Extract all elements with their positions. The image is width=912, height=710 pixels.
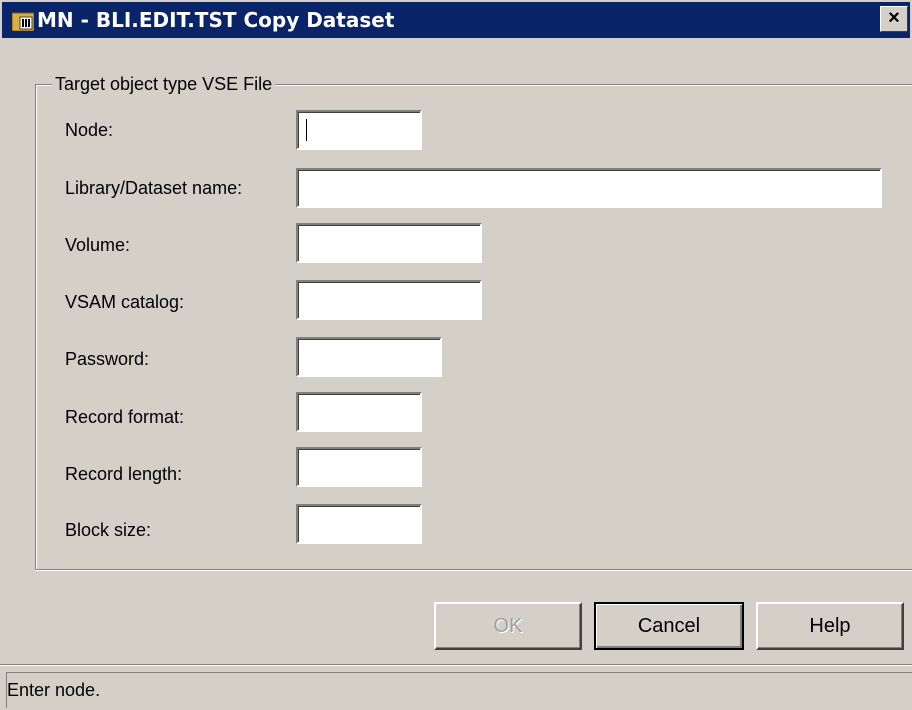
ok-button[interactable]: OK (434, 602, 582, 650)
app-icon (12, 12, 34, 31)
vsam-catalog-label: VSAM catalog: (65, 292, 185, 312)
node-input[interactable] (296, 110, 422, 150)
status-bar (6, 672, 912, 708)
library-dataset-name-input[interactable] (296, 168, 882, 208)
password-input[interactable] (296, 337, 442, 377)
block-size-input[interactable] (296, 504, 422, 544)
window-title: MN - BLI.EDIT.TST Copy Dataset (37, 8, 395, 32)
status-separator (0, 664, 912, 666)
cancel-button[interactable]: Cancel (594, 602, 744, 650)
close-button[interactable]: × (880, 6, 908, 32)
block-size-label: Block size: (65, 520, 152, 540)
record-length-label: Record length: (65, 464, 183, 484)
group-legend: Target object type VSE File (52, 73, 276, 95)
password-label: Password: (65, 349, 150, 369)
title-bar[interactable]: MN - BLI.EDIT.TST Copy Dataset × (2, 2, 910, 38)
target-object-group (35, 84, 912, 570)
close-icon: × (888, 7, 900, 29)
volume-label: Volume: (65, 235, 131, 255)
status-text: Enter node. (7, 680, 101, 700)
node-label: Node: (65, 120, 114, 140)
text-caret (306, 119, 307, 141)
record-format-input[interactable] (296, 392, 422, 432)
help-button[interactable]: Help (756, 602, 904, 650)
record-format-label: Record format: (65, 407, 185, 427)
volume-input[interactable] (296, 223, 482, 263)
library-dataset-name-label: Library/Dataset name: (65, 178, 243, 198)
vsam-catalog-input[interactable] (296, 280, 482, 320)
copy-dataset-dialog: MN - BLI.EDIT.TST Copy Dataset × Target … (0, 0, 912, 710)
record-length-input[interactable] (296, 447, 422, 487)
